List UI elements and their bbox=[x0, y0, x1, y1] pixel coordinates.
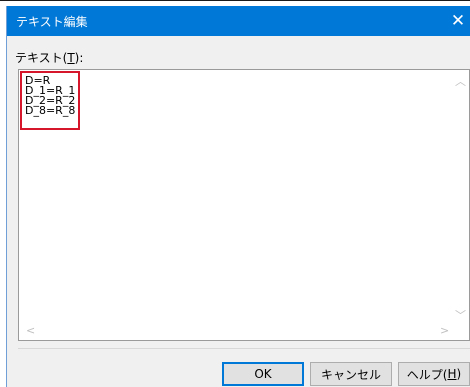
text-field-label: テキスト(T): bbox=[15, 49, 83, 66]
scroll-left-icon[interactable]: < bbox=[26, 325, 35, 336]
scroll-down-icon[interactable]: ﹀ bbox=[455, 310, 466, 321]
vertical-scrollbar[interactable]: ︿ ﹀ bbox=[451, 70, 469, 323]
close-icon[interactable]: ✕ bbox=[448, 11, 468, 31]
help-button-prefix: ヘルプ( bbox=[406, 367, 448, 382]
text-field-label-suffix: ): bbox=[74, 51, 84, 65]
title-bar[interactable]: テキスト編集 ✕ bbox=[7, 6, 470, 36]
help-button-suffix: ) bbox=[456, 367, 462, 381]
cancel-button[interactable]: キャンセル bbox=[310, 362, 392, 386]
horizontal-scrollbar[interactable]: < > bbox=[19, 322, 452, 340]
scroll-up-icon[interactable]: ︿ bbox=[455, 76, 466, 87]
scroll-right-icon[interactable]: > bbox=[440, 325, 449, 336]
top-divider bbox=[0, 0, 470, 1]
text-field-label-mnemonic: T bbox=[67, 51, 75, 65]
dialog-title: テキスト編集 bbox=[16, 15, 88, 29]
help-button-mnemonic: H bbox=[447, 367, 457, 381]
help-button[interactable]: ヘルプ(H) bbox=[398, 362, 470, 386]
text-edit-dialog: テキスト編集 ✕ テキスト(T): D=R D_1=R_1 D_2=R_2 D_… bbox=[6, 6, 470, 387]
button-separator bbox=[18, 348, 470, 349]
text-input-area[interactable]: D=R D_1=R_1 D_2=R_2 D_8=R_8 ︿ ﹀ < > bbox=[18, 69, 470, 341]
highlight-annotation bbox=[20, 71, 80, 130]
text-field-label-prefix: テキスト( bbox=[15, 51, 68, 65]
ok-button[interactable]: OK bbox=[222, 362, 304, 386]
